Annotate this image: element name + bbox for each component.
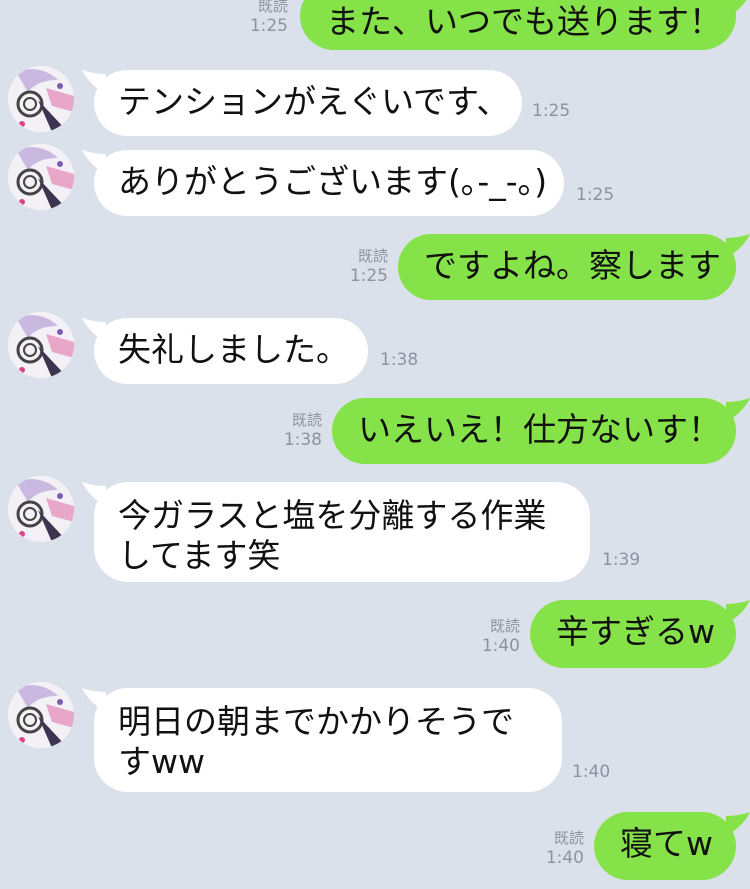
message-bubble[interactable]: いえいえ！仕方ないす！ (332, 398, 736, 464)
message-bubble[interactable]: テンションがえぐいです、 (94, 70, 522, 136)
contact-avatar-icon[interactable] (8, 66, 74, 132)
message-bubble[interactable]: 寝てw (594, 812, 736, 880)
message-time: 1:25 (532, 101, 571, 121)
contact-avatar-icon[interactable] (8, 312, 74, 378)
message-bubble[interactable]: 辛すぎるw (530, 600, 736, 668)
read-receipt: 既読 (357, 247, 388, 265)
message-time: 1:39 (602, 550, 641, 570)
contact-avatar-icon[interactable] (8, 144, 74, 210)
read-receipt: 既読 (291, 411, 322, 429)
message-time: 1:25 (349, 266, 388, 286)
message-meta: 既読 1:25 (336, 246, 388, 287)
message-meta: 既読 1:25 (236, 0, 288, 37)
message-text: また、いつでも送ります！ (326, 2, 722, 41)
bubble-tail-icon (726, 234, 750, 258)
read-receipt: 既読 (489, 617, 520, 635)
message-meta: 既読 1:40 (468, 616, 520, 657)
message-text: 今ガラスと塩を分離する作業してます笑 (118, 496, 547, 575)
message-meta: 既読 1:38 (270, 410, 322, 451)
chat-thread[interactable]: 既読 1:25 また、いつでも送ります！ テンションがえぐいです、 1:25 あ… (0, 0, 750, 889)
message-text: 辛すぎるw (556, 612, 715, 651)
message-time: 1:40 (481, 636, 520, 656)
message-bubble[interactable]: また、いつでも送ります！ (300, 0, 736, 50)
message-text: ありがとうございます(｡-_-｡) (118, 162, 548, 201)
bubble-tail-icon (726, 0, 747, 18)
read-receipt: 既読 (553, 829, 584, 847)
message-text: 寝てw (620, 824, 713, 863)
message-time: 1:25 (576, 185, 615, 205)
message-meta: 既読 1:40 (532, 828, 584, 869)
message-text: テンションがえぐいです、 (118, 82, 510, 121)
message-time: 1:40 (572, 762, 611, 782)
message-bubble[interactable]: ありがとうございます(｡-_-｡) (94, 150, 564, 216)
read-receipt: 既読 (257, 0, 288, 15)
contact-avatar-icon[interactable] (8, 476, 74, 542)
message-bubble[interactable]: 今ガラスと塩を分離する作業してます笑 (94, 482, 590, 582)
message-bubble[interactable]: 失礼しました。 (94, 318, 368, 384)
bubble-tail-icon (726, 398, 750, 422)
contact-avatar-icon[interactable] (8, 682, 74, 748)
bubble-tail-icon (726, 600, 750, 624)
message-bubble[interactable]: ですよね。察します (398, 234, 736, 300)
message-bubble[interactable]: 明日の朝までかかりそうですww (94, 688, 562, 792)
message-time: 1:38 (283, 430, 322, 450)
message-time: 1:40 (545, 848, 584, 868)
message-text: ですよね。察します (424, 246, 721, 285)
message-text: 失礼しました。 (118, 330, 349, 369)
message-time: 1:25 (249, 16, 288, 36)
message-time: 1:38 (380, 350, 419, 370)
message-text: いえいえ！仕方ないす！ (358, 410, 721, 449)
bubble-tail-icon (726, 812, 750, 836)
message-text: 明日の朝までかかりそうですww (118, 702, 514, 781)
